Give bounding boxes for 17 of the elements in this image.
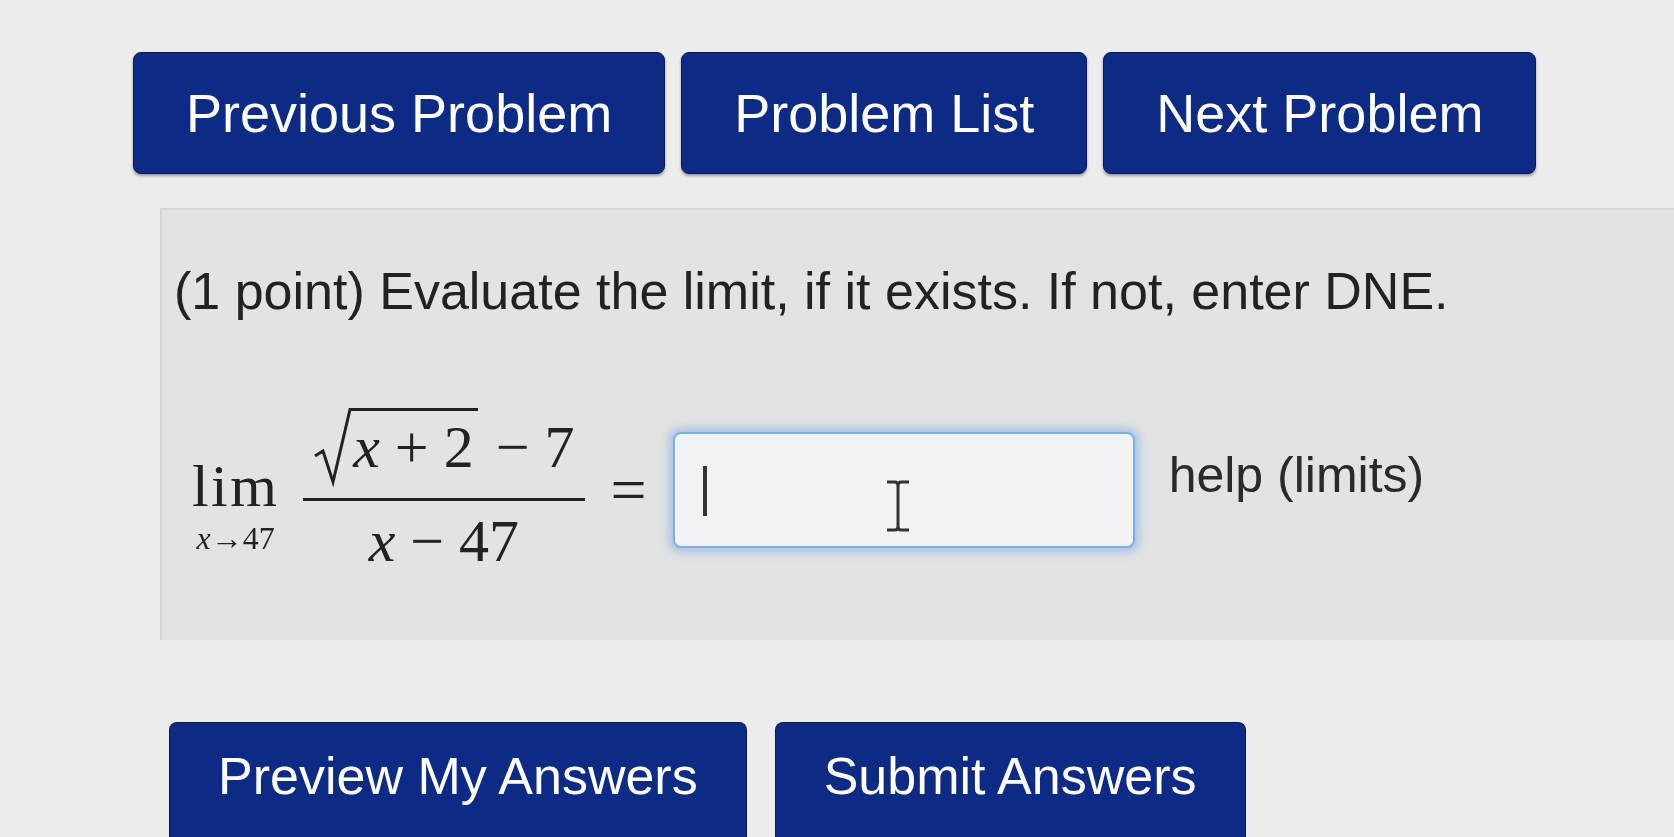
preview-answers-button[interactable]: Preview My Answers [169,722,747,837]
previous-problem-button[interactable]: Previous Problem [133,52,666,174]
help-link[interactable]: help (limits) [1168,449,1425,500]
limit-operator: lim [192,455,280,516]
problem-prompt: (1 point) Evaluate the limit, if it exists. If not, enter DNE. [174,261,1450,322]
radicand: x + 2 [353,408,478,489]
next-problem-button[interactable]: Next Problem [1103,52,1537,174]
numerator-term: − 7 [495,413,575,483]
equals-sign: = [610,457,647,522]
square-root-icon [313,408,354,489]
ibeam-cursor-icon [884,479,911,532]
problem-list-button[interactable]: Problem List [681,52,1088,174]
text-caret-icon [702,465,707,516]
limit-subscript: x→47 [196,521,275,554]
denominator: x − 47 [368,511,520,572]
submit-answers-button[interactable]: Submit Answers [774,722,1246,837]
answer-field[interactable] [672,431,1135,548]
